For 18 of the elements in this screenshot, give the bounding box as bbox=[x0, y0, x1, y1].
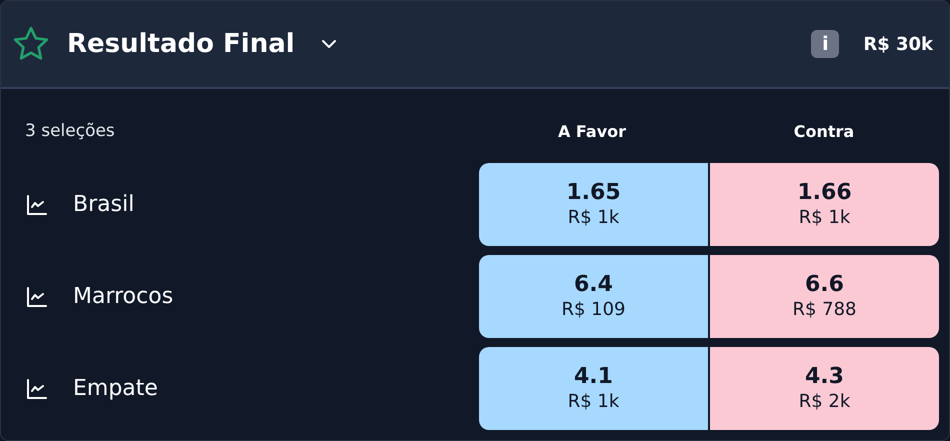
lay-odds-button[interactable]: 1.66 R$ 1k bbox=[710, 163, 939, 246]
line-chart-icon[interactable] bbox=[25, 284, 49, 308]
back-odds-button[interactable]: 4.1 R$ 1k bbox=[479, 347, 708, 430]
lay-odds-button[interactable]: 4.3 R$ 2k bbox=[710, 347, 939, 430]
selection-count: 3 seleções bbox=[25, 120, 116, 144]
runner-name: Brasil bbox=[73, 191, 136, 219]
market-title: Resultado Final bbox=[67, 28, 295, 60]
back-odds-button[interactable]: 1.65 R$ 1k bbox=[479, 163, 708, 246]
runner-name: Empate bbox=[73, 375, 159, 403]
column-header: Contra bbox=[792, 121, 856, 143]
lay-odds-button[interactable]: 6.6 R$ 788 bbox=[710, 255, 939, 338]
line-chart-icon[interactable] bbox=[25, 192, 49, 216]
back-odds-button[interactable]: 6.4 R$ 109 bbox=[479, 255, 708, 338]
line-chart-icon[interactable] bbox=[25, 376, 49, 400]
runner-name: Marrocos bbox=[73, 283, 174, 311]
column-header: A Favor bbox=[556, 121, 628, 143]
matched-amount: R$ 30k bbox=[863, 32, 933, 56]
info-icon[interactable]: i bbox=[811, 30, 840, 58]
